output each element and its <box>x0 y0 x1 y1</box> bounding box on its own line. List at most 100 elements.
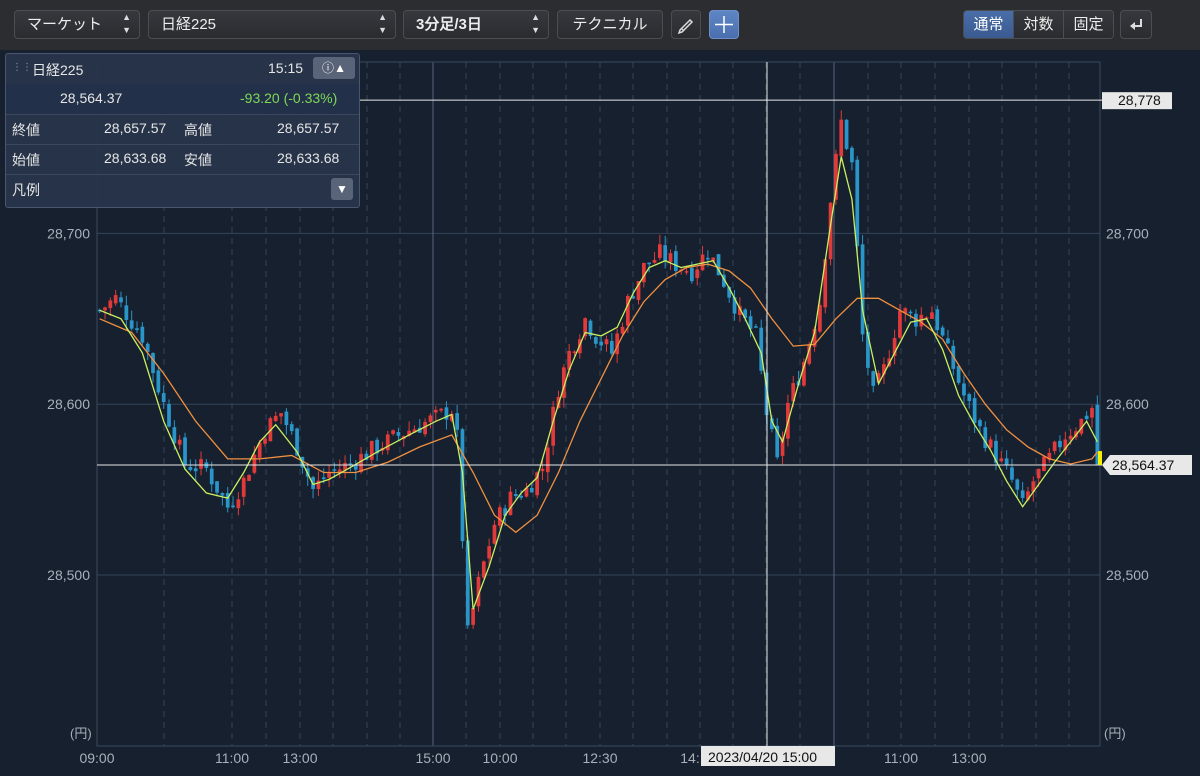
candle-body <box>369 440 374 460</box>
y-tick-label-right: 28,500 <box>1106 567 1149 583</box>
candle-body <box>754 326 758 328</box>
x-tick-label: 15:00 <box>415 750 450 766</box>
candle-body <box>151 353 155 374</box>
candle-body <box>332 469 337 471</box>
info-icon: ⓘ <box>322 61 335 75</box>
candle-body <box>999 458 1004 462</box>
candle-body <box>433 409 438 413</box>
candle-body <box>593 337 598 344</box>
select-arrows-icon: ▲ ▼ <box>122 12 131 35</box>
x-tick-label: 11:00 <box>215 750 249 766</box>
panel-price: 28,564.37 <box>60 90 123 106</box>
candle-body <box>1010 467 1014 480</box>
candle-body <box>962 383 966 396</box>
candle-body <box>209 468 214 485</box>
candle-body <box>220 493 225 496</box>
candle-body <box>492 524 497 544</box>
panel-price-row: 28,564.37 -93.20 (-0.33%) <box>6 84 359 115</box>
candle-body <box>231 505 235 508</box>
toolbar: マーケット ▲ ▼ 日経225 ▲ ▼ 3分足/3日 ▲ ▼ テクニカル 通常 対数 … <box>0 0 1200 51</box>
current-price-label: 28,564.37 <box>1112 457 1174 473</box>
candle-body <box>839 119 844 157</box>
close-value: 28,657.57 <box>104 120 167 136</box>
candle-body <box>706 257 710 260</box>
candle-body <box>519 495 524 498</box>
candle-body <box>967 394 972 401</box>
y-tick-label-left: 28,700 <box>47 225 90 241</box>
candle-body <box>199 459 203 469</box>
candle-body <box>252 454 257 473</box>
panel-time: 15:15 <box>268 60 304 76</box>
candle-body <box>860 244 865 335</box>
low-value: 28,633.68 <box>277 150 340 166</box>
select-arrows-icon: ▲ ▼ <box>531 12 540 35</box>
candle-body <box>529 487 534 493</box>
collapse-up-icon: ▲ <box>334 61 346 75</box>
candle-body <box>359 453 363 473</box>
x-tick-label: 13:00 <box>951 750 986 766</box>
open-label: 始値 <box>12 152 40 168</box>
candle-body <box>930 312 934 319</box>
candle-body <box>273 415 278 421</box>
candle-body <box>540 468 545 472</box>
candle-body <box>215 481 219 493</box>
scale-mode-fixed[interactable]: 固定 <box>1064 11 1113 38</box>
candle-body <box>684 271 689 273</box>
candle-body <box>609 340 614 354</box>
candle-body <box>663 245 668 262</box>
info-panel: ⋮⋮ 日経225 15:15 ⓘ▲ 28,564.37 -93.20 (-0.3… <box>5 53 360 208</box>
candle-body <box>108 300 113 309</box>
legend-dropdown-icon[interactable]: ▼ <box>331 178 353 200</box>
scale-mode-group: 通常 対数 固定 <box>963 10 1114 39</box>
legend-label: 凡例 <box>12 182 40 198</box>
market-select[interactable]: マーケット ▲ ▼ <box>14 10 140 39</box>
interval-select[interactable]: 3分足/3日 ▲ ▼ <box>403 10 549 39</box>
drag-handle-icon[interactable]: ⋮⋮ <box>12 62 32 73</box>
candle-body <box>946 338 950 344</box>
candle-body <box>1020 490 1025 498</box>
candle-body <box>119 297 123 303</box>
candle-body <box>978 420 982 427</box>
close-label: 終値 <box>12 122 40 138</box>
x-tick-label: 14: <box>680 750 699 766</box>
candle-body <box>327 472 331 478</box>
candle-body <box>135 328 139 331</box>
candle-body <box>113 295 118 304</box>
candle-body <box>385 434 390 451</box>
scale-mode-log[interactable]: 対数 <box>1014 11 1064 38</box>
candle-body <box>481 561 486 578</box>
x-tick-label: 13:00 <box>282 750 317 766</box>
panel-close-high-row: 終値 28,657.57 高値 28,657.57 <box>6 114 359 145</box>
crosshair-icon[interactable] <box>709 10 739 39</box>
candle-body <box>940 327 945 336</box>
candle-body <box>183 437 187 466</box>
candle-body <box>1052 441 1057 452</box>
pencil-icon[interactable] <box>671 10 701 39</box>
unit-label-left: (円) <box>70 726 92 741</box>
candle-body <box>124 305 129 320</box>
candle-body <box>855 159 860 247</box>
candle-body <box>972 398 977 424</box>
panel-header: ⋮⋮ 日経225 15:15 ⓘ▲ <box>6 54 359 85</box>
candle-body <box>647 262 652 265</box>
candle-body <box>321 477 326 480</box>
info-collapse-button[interactable]: ⓘ▲ <box>313 57 355 79</box>
candle-body <box>289 424 294 432</box>
candle-body <box>188 467 193 471</box>
candle-body <box>668 253 673 262</box>
candle-body <box>1004 458 1009 466</box>
candle-body <box>177 439 182 445</box>
technical-button[interactable]: テクニカル <box>557 10 663 39</box>
x-tick-label: 11:00 <box>884 750 918 766</box>
candle-body <box>284 411 289 426</box>
candle-body <box>167 403 171 427</box>
undo-icon[interactable] <box>1120 10 1152 39</box>
candle-body <box>396 431 401 436</box>
candle-body <box>898 310 902 338</box>
candle-body <box>604 339 609 345</box>
candle-body <box>247 475 251 481</box>
symbol-select[interactable]: 日経225 ▲ ▼ <box>148 10 396 39</box>
scale-mode-normal[interactable]: 通常 <box>964 11 1014 38</box>
candle-body <box>844 119 849 149</box>
candle-body <box>241 477 246 497</box>
